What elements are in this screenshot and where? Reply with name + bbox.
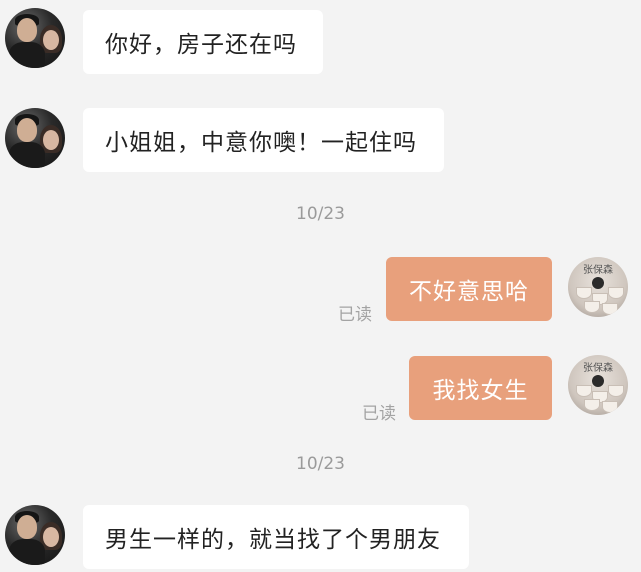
- incoming-message-bubble[interactable]: 小姐姐，中意你噢！一起住吗: [83, 108, 444, 172]
- read-status: 已读: [338, 305, 372, 325]
- avatar-watermark: 张保森: [583, 265, 613, 276]
- outgoing-message-bubble[interactable]: 不好意思哈: [386, 257, 552, 321]
- contact-avatar[interactable]: [5, 108, 65, 168]
- outgoing-message-bubble[interactable]: 我找女生: [409, 356, 552, 420]
- message-timestamp: 10/23: [296, 204, 345, 224]
- contact-avatar[interactable]: [5, 505, 65, 565]
- message-timestamp: 10/23: [296, 454, 345, 474]
- self-avatar[interactable]: 张保森: [568, 257, 628, 317]
- contact-avatar[interactable]: [5, 8, 65, 68]
- incoming-message-bubble[interactable]: 男生一样的，就当找了个男朋友: [83, 505, 469, 569]
- avatar-watermark: 张保森: [583, 363, 613, 374]
- incoming-message-bubble[interactable]: 你好，房子还在吗: [83, 10, 323, 74]
- read-status: 已读: [362, 404, 396, 424]
- self-avatar[interactable]: 张保森: [568, 355, 628, 415]
